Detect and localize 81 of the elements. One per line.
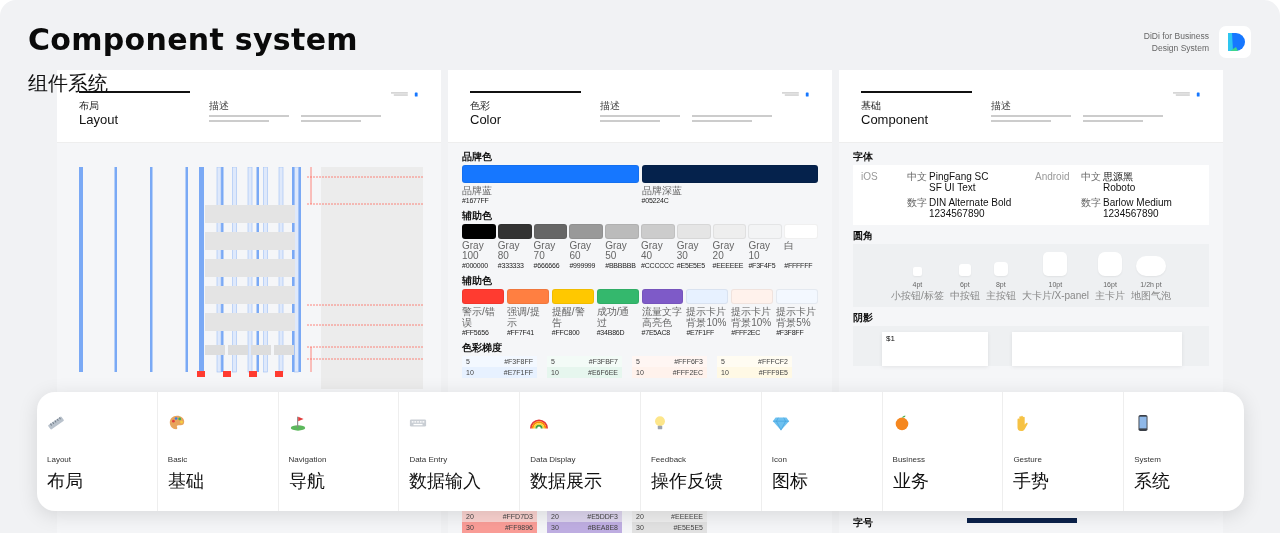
board-title: Component [861, 112, 930, 128]
font-name: Roboto [1103, 182, 1137, 193]
swatch-name: Gray 10 [748, 241, 772, 261]
category-item[interactable]: Navigation 导航 [277, 392, 399, 511]
category-item[interactable]: Data Display 数据展示 [519, 392, 640, 511]
board-subtitle: 基础 [861, 100, 882, 112]
swatch-name: 警示/错误 [462, 306, 496, 328]
section-heading: 品牌色 [462, 151, 493, 163]
section-heading: 字号 [853, 517, 873, 528]
golf-flag-icon [288, 414, 307, 432]
swatch-name: 提示卡片背景10% [686, 306, 728, 328]
font-label: 中文 [1081, 171, 1102, 184]
board-subtitle: 色彩 [470, 100, 491, 112]
brand-name: DiDi for Business [1143, 30, 1209, 42]
swatch-name: Gray 50 [605, 241, 628, 261]
radius-usage: 主按钮 [985, 290, 1016, 301]
radius-usage: 大卡片/X-panel [1021, 290, 1089, 301]
category-item[interactable]: System 系统 [1123, 392, 1244, 511]
swatch-name: 提醒/警告 [551, 306, 586, 328]
rounded-square-sample [1136, 256, 1166, 276]
section-heading: 色彩梯度 [462, 342, 503, 354]
swatch-name: 品牌蓝 [462, 185, 493, 196]
category-item[interactable]: Data Entry 数据输入 [398, 392, 520, 511]
swatch-name: Gray 30 [676, 241, 700, 261]
swatch-name: 白 [784, 241, 796, 253]
description-label: 描述 [209, 100, 230, 112]
font-name: 思源黑 [1103, 171, 1134, 182]
radius-usage: 地图气泡 [1131, 290, 1171, 301]
swatch-name: Gray 40 [641, 241, 664, 261]
radius-usage: 主卡片 [1095, 290, 1125, 301]
rounded-square-sample [993, 262, 1008, 276]
description-label: 描述 [600, 100, 621, 112]
font-name: DIN Alternate Bold 1234567890 [929, 197, 1013, 219]
swatch-name: Gray 80 [497, 241, 521, 261]
swatch-name: Gray 60 [569, 241, 593, 261]
rounded-square-sample [1098, 252, 1122, 276]
platform-name: iOS [861, 171, 879, 184]
swatch-name: Gray 100 [462, 241, 485, 261]
font-name: SF UI Text [929, 182, 977, 193]
section-heading: 阴影 [853, 312, 874, 324]
card-text: $1 [886, 334, 895, 343]
mini-logo-drawing [391, 92, 419, 97]
swatch-name: 流量文字高亮色 [641, 306, 683, 328]
mini-logo-drawing [1173, 92, 1201, 97]
font-name: Barlow Medium 1234567890 [1103, 197, 1173, 219]
palette-icon [167, 414, 186, 432]
swatch-name: Gray 20 [712, 241, 736, 261]
page-title: Component system [28, 22, 358, 57]
platform-name: Android [1035, 171, 1071, 184]
font-label: 中文 [907, 171, 928, 184]
swatch-name: 强调/提示 [506, 306, 541, 328]
category-item[interactable]: Feedback 操作反馈 [640, 392, 761, 511]
radius-usage: 小按钮/标签 [891, 290, 944, 301]
swatch-name: 成功/通过 [596, 306, 631, 328]
brand-tagline: Design System [1151, 42, 1209, 54]
swatch-name: 提示卡片背景5% [776, 306, 818, 328]
font-name: PingFang SC [929, 171, 990, 182]
swatch-name: 品牌深蓝 [641, 185, 683, 196]
board-title: Layout [79, 112, 120, 128]
rounded-square-sample [912, 267, 922, 276]
font-label: 数字 [1081, 197, 1102, 210]
swatch-name: Gray 70 [533, 241, 557, 261]
swatch-name: 提示卡片背景10% [731, 306, 773, 328]
category-item[interactable]: Gesture 手势 [1002, 392, 1124, 511]
mini-logo-drawing [782, 92, 810, 97]
rounded-square-sample [958, 264, 971, 276]
description-label: 描述 [991, 100, 1012, 112]
rounded-square-sample [1043, 252, 1068, 276]
board-title: Color [470, 112, 503, 128]
category-item[interactable]: Icon 图标 [760, 392, 882, 511]
section-heading: 圆角 [853, 230, 874, 242]
section-heading: 辅助色 [462, 275, 493, 287]
category-item[interactable]: Business 业务 [881, 392, 1003, 511]
font-label: 数字 [907, 197, 928, 210]
board-subtitle: 布局 [79, 100, 100, 112]
section-heading: 辅助色 [462, 210, 493, 222]
category-item[interactable]: Basic 基础 [156, 392, 278, 511]
logo-icon [1219, 26, 1251, 58]
category-item[interactable]: Layout 布局 [37, 392, 157, 511]
radius-usage: 中按钮 [949, 290, 980, 301]
section-heading: 字体 [853, 151, 874, 163]
